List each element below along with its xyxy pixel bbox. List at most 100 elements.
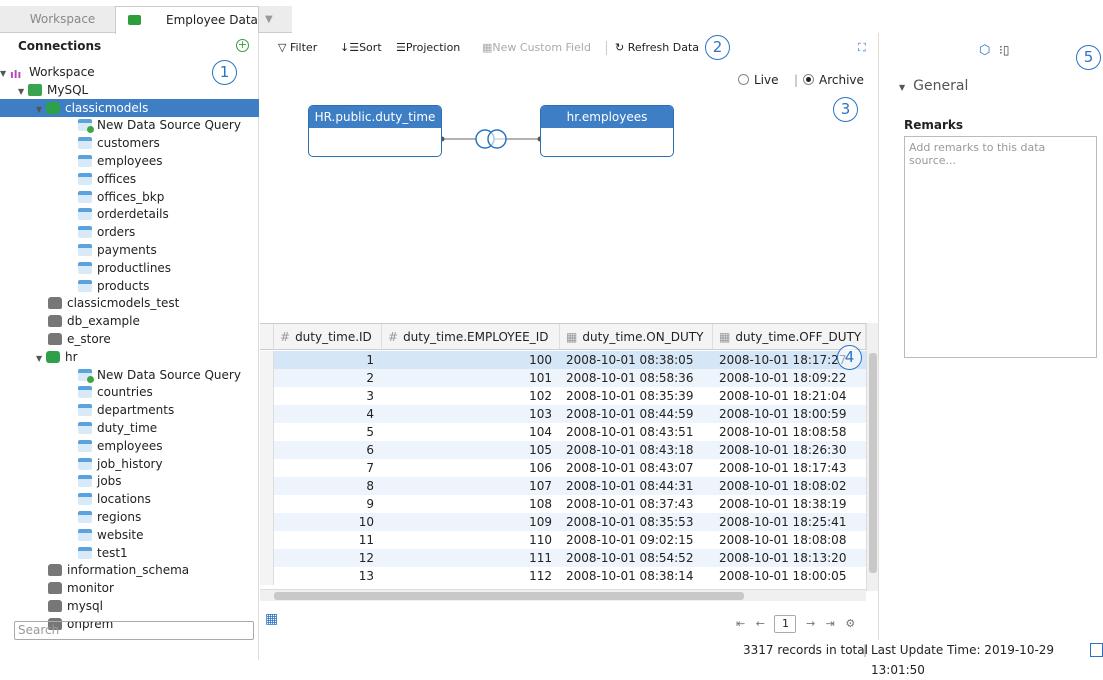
tree-item[interactable]: offices bbox=[78, 170, 136, 188]
table-cell[interactable]: 2008-10-01 18:21:04 bbox=[713, 387, 858, 405]
tree-item[interactable]: ▼ ılı Workspace bbox=[0, 63, 95, 81]
table-cell[interactable]: 5 bbox=[274, 423, 374, 441]
table-row[interactable]: 10 109 2008-10-01 08:35:53 2008-10-01 18:25… bbox=[260, 513, 866, 531]
refresh-data-button[interactable]: ↻ Refresh Data bbox=[615, 40, 699, 56]
tree-item[interactable]: New Data Source Query bbox=[78, 116, 241, 134]
tree-item[interactable]: mysql bbox=[48, 597, 103, 615]
archive-radio[interactable]: Archive bbox=[803, 73, 864, 87]
tree-item[interactable]: classicmodels_test bbox=[48, 294, 179, 312]
table-cell[interactable]: 102 bbox=[382, 387, 552, 405]
search-input[interactable]: Search bbox=[14, 621, 254, 640]
table-row[interactable]: 3 102 2008-10-01 08:35:39 2008-10-01 18:21:… bbox=[260, 387, 866, 405]
table-cell[interactable]: 100 bbox=[382, 351, 552, 369]
tree-item[interactable]: offices_bkp bbox=[78, 188, 164, 206]
table-cell[interactable]: 2008-10-01 18:17:43 bbox=[713, 459, 858, 477]
table-cell[interactable]: 101 bbox=[382, 369, 552, 387]
table-cell[interactable]: 10 bbox=[274, 513, 374, 531]
table-cell[interactable]: 2008-10-01 18:09:22 bbox=[713, 369, 858, 387]
tree-item[interactable]: website bbox=[78, 526, 144, 544]
table-cell[interactable]: 2008-10-01 08:38:14 bbox=[560, 567, 705, 585]
table-cell[interactable]: 2008-10-01 18:08:02 bbox=[713, 477, 858, 495]
table-row[interactable]: 1 100 2008-10-01 08:38:05 2008-10-01 18:17:… bbox=[260, 351, 866, 369]
tree-item[interactable]: duty_time bbox=[78, 419, 157, 437]
tree-item[interactable]: productlines bbox=[78, 259, 171, 277]
tree-item[interactable]: New Data Source Query bbox=[78, 366, 241, 384]
table-cell[interactable]: 109 bbox=[382, 513, 552, 531]
table-cell[interactable]: 111 bbox=[382, 549, 552, 567]
table-cell[interactable]: 112 bbox=[382, 567, 552, 585]
table-cell[interactable]: 108 bbox=[382, 495, 552, 513]
general-section-toggle[interactable]: ▼ General bbox=[899, 78, 968, 94]
tree-item[interactable]: test1 bbox=[78, 544, 128, 562]
prev-page-icon[interactable]: ← bbox=[756, 617, 765, 630]
table-cell[interactable]: 2008-10-01 18:00:05 bbox=[713, 567, 858, 585]
table-row[interactable]: 11 110 2008-10-01 09:02:15 2008-10-01 18:08… bbox=[260, 531, 866, 549]
row-header[interactable] bbox=[260, 495, 274, 513]
table-cell[interactable]: 107 bbox=[382, 477, 552, 495]
last-page-icon[interactable]: ⇥ bbox=[826, 617, 835, 630]
sort-button[interactable]: ↓☰Sort bbox=[340, 40, 382, 56]
row-header[interactable] bbox=[260, 369, 274, 387]
tree-item[interactable]: products bbox=[78, 277, 149, 295]
table-cell[interactable]: 2008-10-01 18:25:41 bbox=[713, 513, 858, 531]
table-cell[interactable]: 9 bbox=[274, 495, 374, 513]
tree-item[interactable]: information_schema bbox=[48, 561, 189, 579]
table-cell[interactable]: 2008-10-01 18:17:27 bbox=[713, 351, 858, 369]
settings-icon[interactable]: ⚙ bbox=[845, 617, 855, 630]
table-cell[interactable]: 2008-10-01 08:58:36 bbox=[560, 369, 705, 387]
tree-item[interactable]: countries bbox=[78, 383, 153, 401]
expand-icon[interactable]: ⛶ bbox=[858, 40, 866, 56]
table-row[interactable]: 7 106 2008-10-01 08:43:07 2008-10-01 18:17:… bbox=[260, 459, 866, 477]
row-header[interactable] bbox=[260, 405, 274, 423]
row-header[interactable] bbox=[260, 477, 274, 495]
table-cell[interactable]: 2008-10-01 09:02:15 bbox=[560, 531, 705, 549]
chevron-down-icon[interactable]: ▼ bbox=[0, 65, 10, 83]
table-cell[interactable]: 105 bbox=[382, 441, 552, 459]
scroll-thumb[interactable] bbox=[274, 592, 744, 600]
table-cell[interactable]: 2008-10-01 18:08:08 bbox=[713, 531, 858, 549]
tree-item[interactable]: employees bbox=[78, 437, 162, 455]
row-header[interactable] bbox=[260, 531, 274, 549]
diagram-node-employees[interactable]: hr.employees bbox=[540, 105, 674, 157]
tree-item[interactable]: monitor bbox=[48, 579, 114, 597]
row-header[interactable] bbox=[260, 459, 274, 477]
table-cell[interactable]: 2008-10-01 08:43:51 bbox=[560, 423, 705, 441]
first-page-icon[interactable]: ⇤ bbox=[736, 617, 745, 630]
tree-item[interactable]: ▼ hr bbox=[36, 348, 78, 366]
tree-item[interactable]: jobs bbox=[78, 472, 122, 490]
table-cell[interactable]: 11 bbox=[274, 531, 374, 549]
table-cell[interactable]: 2008-10-01 08:44:59 bbox=[560, 405, 705, 423]
tree-item[interactable]: orderdetails bbox=[78, 205, 169, 223]
vertical-scrollbar[interactable] bbox=[866, 323, 878, 591]
remarks-textarea[interactable]: Add remarks to this data source... bbox=[904, 136, 1097, 358]
table-cell[interactable]: 4 bbox=[274, 405, 374, 423]
tree-item[interactable]: ▼ classicmodels bbox=[0, 98, 259, 117]
column-header-id[interactable]: # duty_time.ID bbox=[274, 324, 382, 350]
table-cell[interactable]: 2008-10-01 08:37:43 bbox=[560, 495, 705, 513]
table-cell[interactable]: 3 bbox=[274, 387, 374, 405]
table-cell[interactable]: 7 bbox=[274, 459, 374, 477]
scroll-thumb[interactable] bbox=[869, 353, 877, 573]
table-cell[interactable]: 8 bbox=[274, 477, 374, 495]
table-cell[interactable]: 104 bbox=[382, 423, 552, 441]
row-header[interactable] bbox=[260, 387, 274, 405]
table-cell[interactable]: 2008-10-01 18:26:30 bbox=[713, 441, 858, 459]
projection-button[interactable]: ☰Projection bbox=[396, 40, 460, 56]
panel-toggle-icon[interactable] bbox=[1090, 643, 1103, 657]
tree-item[interactable]: locations bbox=[78, 490, 151, 508]
tree-item[interactable]: customers bbox=[78, 134, 160, 152]
next-page-icon[interactable]: → bbox=[806, 617, 815, 630]
tree-item[interactable]: payments bbox=[78, 241, 157, 259]
table-row[interactable]: 4 103 2008-10-01 08:44:59 2008-10-01 18:00:… bbox=[260, 405, 866, 423]
table-cell[interactable]: 2 bbox=[274, 369, 374, 387]
row-header[interactable] bbox=[260, 513, 274, 531]
table-cell[interactable]: 1 bbox=[274, 351, 374, 369]
tab-workspace[interactable]: Workspace bbox=[15, 6, 110, 33]
grid-view-icon[interactable]: ▦ bbox=[265, 611, 278, 627]
add-connection-icon[interactable]: + bbox=[236, 39, 249, 52]
table-row[interactable]: 13 112 2008-10-01 08:38:14 2008-10-01 18:00… bbox=[260, 567, 866, 585]
table-cell[interactable]: 2008-10-01 08:38:05 bbox=[560, 351, 705, 369]
diagram-node-duty-time[interactable]: HR.public.duty_time bbox=[308, 105, 442, 157]
tree-item[interactable]: departments bbox=[78, 401, 174, 419]
row-header[interactable] bbox=[260, 441, 274, 459]
